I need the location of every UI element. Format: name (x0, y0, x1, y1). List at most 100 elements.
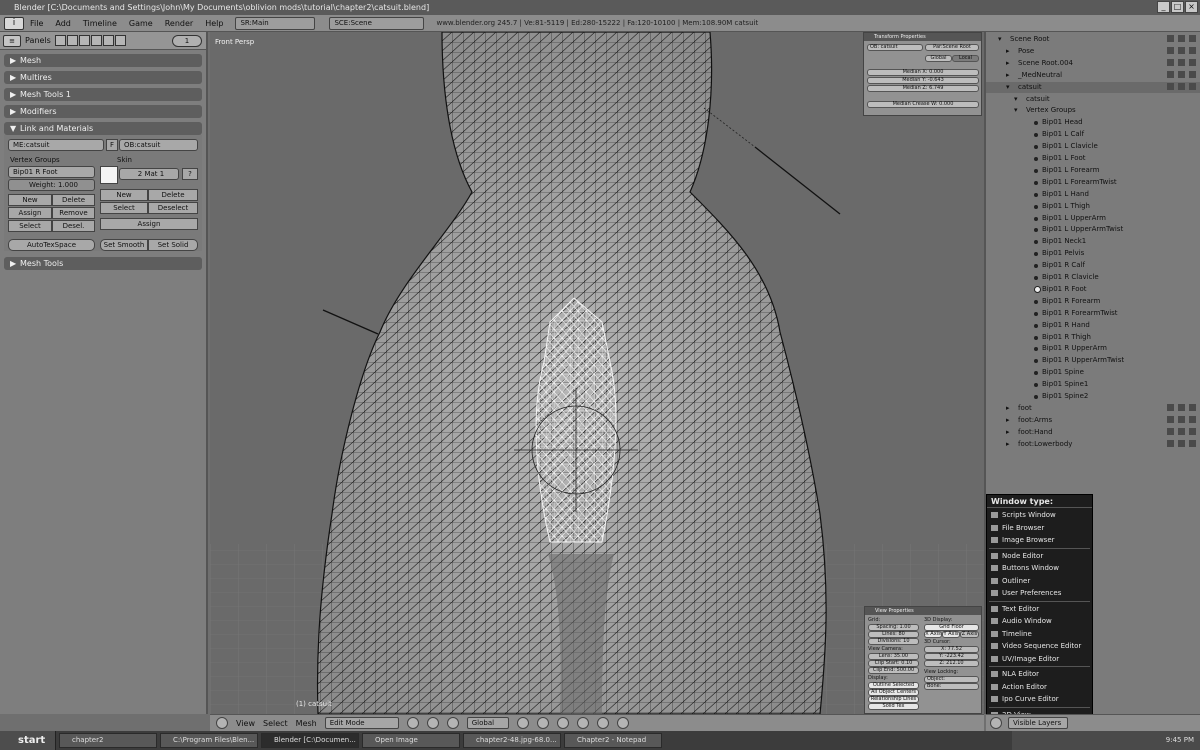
vg-select-button[interactable]: Select (8, 220, 52, 232)
mat-select-button[interactable]: Select (100, 202, 148, 214)
restrict-icons[interactable] (1167, 70, 1196, 78)
window-type-item[interactable]: User Preferences (987, 587, 1092, 599)
cursor-z-field[interactable]: Z: 212.10 (924, 660, 979, 667)
vertex-group-row[interactable]: Bip01 L Calf (986, 129, 1200, 140)
vertex-group-row[interactable]: Bip01 R Hand (986, 320, 1200, 331)
start-button[interactable]: start (0, 731, 56, 750)
minimize-button[interactable]: _ (1157, 1, 1170, 13)
mat-new-button[interactable]: New (100, 189, 148, 201)
expand-arrow-icon[interactable]: ▸ (1006, 58, 1010, 69)
material-query-button[interactable]: ? (182, 168, 198, 180)
eye-icon[interactable] (1167, 46, 1174, 54)
vertex-group-row[interactable]: Bip01 Spine (986, 367, 1200, 378)
lock-object-field[interactable]: Object: (924, 676, 979, 683)
panel-mesh-tools[interactable]: ▶ Mesh Tools (4, 257, 202, 270)
restrict-icons[interactable] (1167, 403, 1196, 411)
window-type-item[interactable]: Timeline (987, 628, 1092, 640)
expand-arrow-icon[interactable]: ▾ (1006, 82, 1010, 93)
outliner-row[interactable]: ▾ catsuit (986, 94, 1200, 105)
maximize-button[interactable]: □ (1171, 1, 1184, 13)
eye-icon[interactable] (1167, 35, 1174, 42)
vertex-group-row[interactable]: Bip01 R Thigh (986, 332, 1200, 343)
panel-link-and-materials[interactable]: ▼ Link and Materials (4, 122, 202, 135)
eye-icon[interactable] (1167, 70, 1174, 78)
expand-arrow-icon[interactable]: ▸ (1006, 403, 1010, 414)
mat-delete-button[interactable]: Delete (148, 189, 198, 201)
vertex-group-row[interactable]: Bip01 L Hand (986, 189, 1200, 200)
panel-mesh-tools-1[interactable]: ▶ Mesh Tools 1 (4, 88, 202, 101)
window-type-item[interactable]: Scripts Window (987, 509, 1092, 521)
vertex-group-row[interactable]: Bip01 R Foot (986, 284, 1200, 295)
vg-assign-button[interactable]: Assign (8, 207, 52, 219)
weight-field[interactable]: Weight: 1.000 (8, 179, 95, 191)
manipulator-icon[interactable] (446, 717, 459, 729)
expand-arrow-icon[interactable]: ▸ (1006, 46, 1010, 57)
window-type-item[interactable]: Video Sequence Editor (987, 640, 1092, 652)
lens-field[interactable]: Lens: 35.00 (868, 653, 919, 660)
menu-timeline[interactable]: Timeline (83, 19, 117, 28)
window-type-item[interactable]: UV/Image Editor (987, 653, 1092, 665)
window-type-icon[interactable]: ≡ (3, 34, 21, 47)
panel-modifiers[interactable]: ▶ Modifiers (4, 105, 202, 118)
window-type-item[interactable]: Outliner (987, 575, 1092, 587)
mesh-name-field[interactable]: ME:catsuit (8, 139, 104, 151)
occlude-icon[interactable] (596, 717, 609, 729)
render-icon[interactable] (1189, 35, 1196, 42)
render-icon[interactable] (1189, 427, 1196, 435)
vg-new-button[interactable]: New (8, 194, 52, 206)
outliner-row[interactable]: ▸ Pose (986, 46, 1200, 57)
global-toggle[interactable]: Global (925, 55, 952, 62)
outliner-row[interactable]: ▸ _MedNeutral (986, 70, 1200, 81)
z-axis-toggle[interactable]: Z Axis (960, 631, 979, 638)
median-crease-field[interactable]: Median Crease W: 0.000 (867, 101, 979, 108)
clip-end-field[interactable]: Clip End: 500.00 (868, 667, 919, 674)
mode-selector[interactable]: Edit Mode (324, 717, 399, 729)
x-axis-toggle[interactable]: X Axis (924, 631, 942, 638)
object-icon[interactable] (90, 35, 102, 46)
render-icon[interactable] (1189, 70, 1196, 78)
vertex-select-icon[interactable] (536, 717, 549, 729)
window-type-icon[interactable] (216, 717, 228, 729)
expand-arrow-icon[interactable]: ▸ (1006, 415, 1010, 426)
eye-icon[interactable] (1167, 403, 1174, 411)
vertex-group-row[interactable]: Bip01 L ForearmTwist (986, 177, 1200, 188)
outliner-row[interactable]: ▸ foot:Lowerbody (986, 439, 1200, 450)
panel-mesh[interactable]: ▶ Mesh (4, 54, 202, 67)
screen-selector[interactable]: SR:Main (235, 16, 316, 30)
script-icon[interactable] (66, 35, 78, 46)
autotexspace-button[interactable]: AutoTexSpace (8, 239, 95, 251)
vg-remove-button[interactable]: Remove (52, 207, 95, 219)
restrict-icons[interactable] (1167, 439, 1196, 447)
menu-render[interactable]: Render (165, 19, 193, 28)
window-type-item[interactable]: Text Editor (987, 603, 1092, 615)
vertex-group-row[interactable]: Bip01 R Clavicle (986, 272, 1200, 283)
material-index-field[interactable]: 2 Mat 1 (119, 168, 179, 180)
render-icon[interactable] (1189, 46, 1196, 54)
y-axis-toggle[interactable]: Y Axis (942, 631, 960, 638)
set-smooth-button[interactable]: Set Smooth (100, 239, 148, 251)
pointer-icon[interactable] (1178, 82, 1185, 90)
menu-select[interactable]: Select (263, 719, 288, 728)
pointer-icon[interactable] (1178, 46, 1185, 54)
ob-field[interactable]: OB: catsuit (867, 44, 923, 51)
window-type-item[interactable]: Ipo Curve Editor (987, 693, 1092, 705)
edge-select-icon[interactable] (556, 717, 569, 729)
proportional-edit-icon[interactable] (516, 717, 529, 729)
window-type-item[interactable]: Image Browser (987, 534, 1092, 546)
orientation-selector[interactable]: Global (466, 717, 509, 729)
window-type-item[interactable]: Node Editor (987, 550, 1092, 562)
clip-start-field[interactable]: Clip Start: 0.10 (868, 660, 919, 667)
vertex-group-row[interactable]: Bip01 R ForearmTwist (986, 308, 1200, 319)
panel-multires[interactable]: ▶ Multires (4, 71, 202, 84)
vertex-group-row[interactable]: Bip01 R Forearm (986, 296, 1200, 307)
all-object-centers-toggle[interactable]: All Object Centers (868, 689, 919, 696)
eye-icon[interactable] (1167, 415, 1174, 423)
outliner-row[interactable]: ▸ foot:Arms (986, 415, 1200, 426)
outliner-row[interactable]: ▾ Vertex Groups (986, 105, 1200, 116)
object-name-field[interactable]: OB:catsuit (119, 139, 198, 151)
menu-add[interactable]: Add (55, 19, 71, 28)
restrict-icons[interactable] (1167, 82, 1196, 90)
pointer-icon[interactable] (1178, 35, 1185, 42)
restrict-icons[interactable] (1167, 415, 1196, 423)
pointer-icon[interactable] (1178, 439, 1185, 447)
